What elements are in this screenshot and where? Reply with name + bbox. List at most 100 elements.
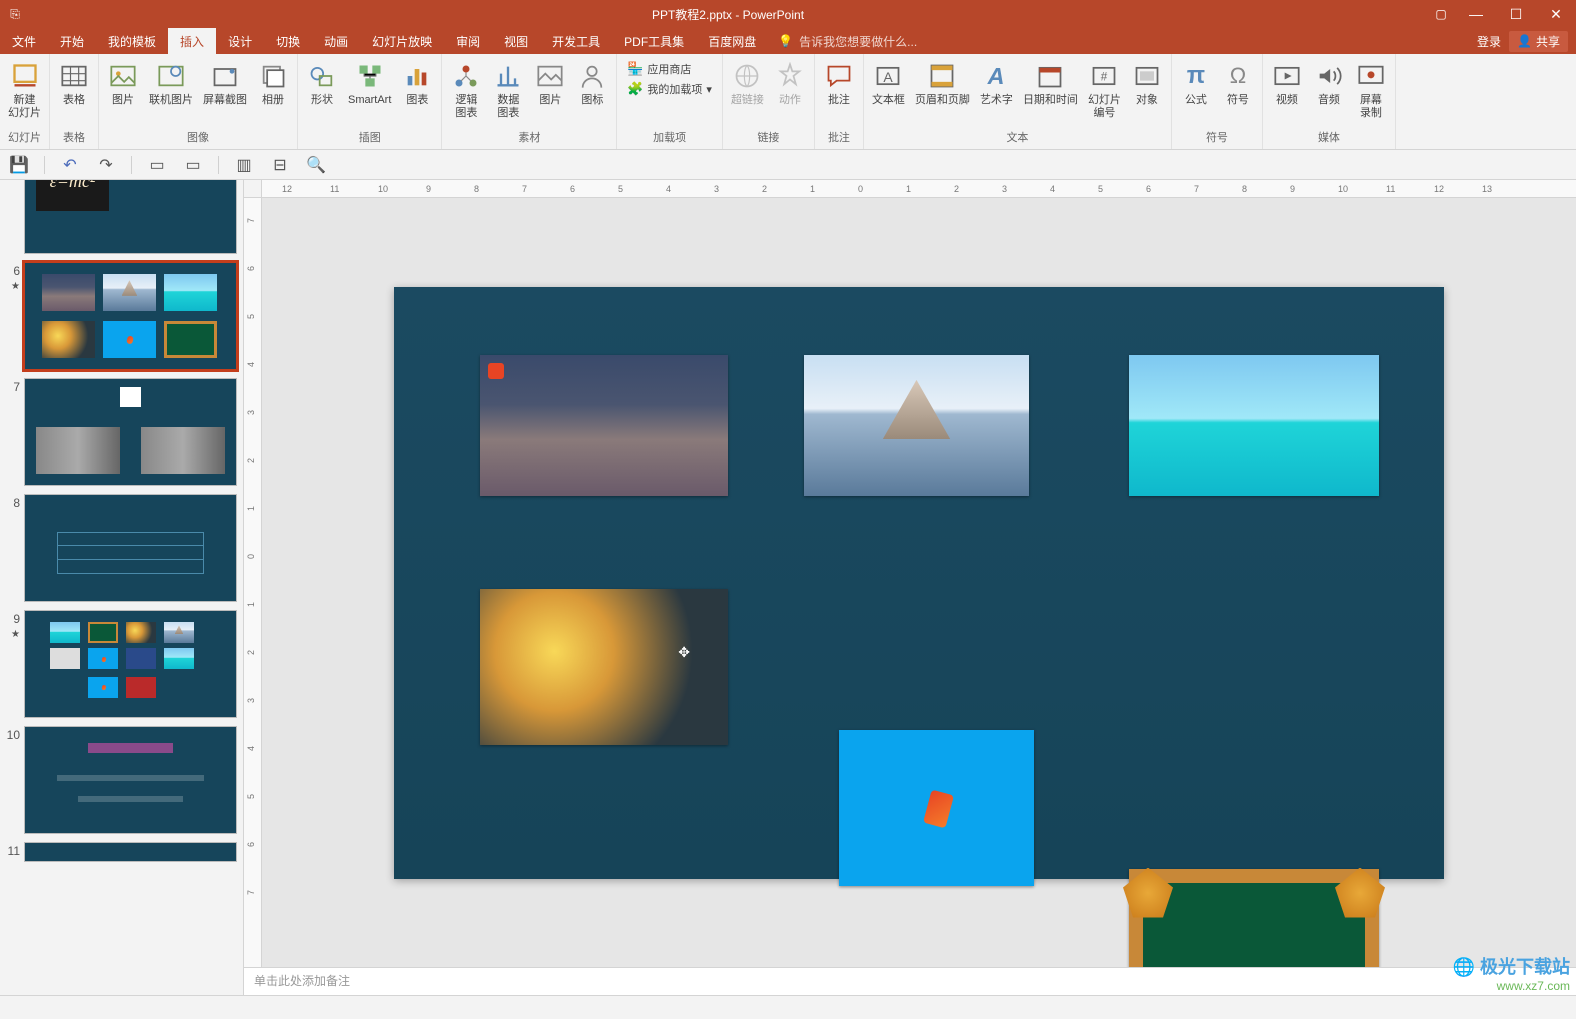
slide-image-leaf[interactable]: ✥: [480, 589, 728, 745]
tab-mytemplates[interactable]: 我的模板: [96, 28, 168, 54]
tab-view[interactable]: 视图: [492, 28, 540, 54]
shapes-button[interactable]: 形状: [302, 58, 342, 109]
minimize-button[interactable]: —: [1456, 0, 1496, 28]
close-button[interactable]: ✕: [1536, 0, 1576, 28]
new-slide-icon: [9, 60, 41, 92]
tab-pdf[interactable]: PDF工具集: [612, 28, 696, 54]
slide-thumb-8[interactable]: [24, 494, 237, 602]
smartart-button[interactable]: SmartArt: [344, 58, 395, 109]
slide-thumbnail-panel[interactable]: ε=mc² 6★ 7 8: [0, 180, 244, 995]
chart-button[interactable]: 图表: [397, 58, 437, 109]
slide-number-button[interactable]: # 幻灯片 编号: [1084, 58, 1125, 122]
slide-image-office-logo[interactable]: [839, 730, 1034, 886]
hyperlink-icon: [731, 60, 763, 92]
slide-image-city[interactable]: [480, 355, 728, 496]
tell-me-icon[interactable]: 💡: [778, 34, 793, 48]
qat-btn-2[interactable]: ▭: [182, 154, 204, 176]
video-button[interactable]: 视频: [1267, 58, 1307, 109]
tab-baidu[interactable]: 百度网盘: [696, 28, 768, 54]
picture2-icon: [534, 60, 566, 92]
slide-thumb-11[interactable]: [24, 842, 237, 862]
table-icon: [58, 60, 90, 92]
tab-review[interactable]: 审阅: [444, 28, 492, 54]
qat-btn-4[interactable]: ⊟: [269, 154, 291, 176]
slide-canvas-wrapper[interactable]: ✥: [262, 198, 1576, 967]
my-addins-button[interactable]: 🧩 我的加载项 ▾: [623, 80, 716, 98]
object-button[interactable]: 对象: [1127, 58, 1167, 109]
login-link[interactable]: 登录: [1477, 33, 1501, 50]
qat-btn-5[interactable]: 🔍: [305, 154, 327, 176]
slide-thumb-6[interactable]: [24, 262, 237, 370]
slide-number-9: 9: [13, 612, 20, 626]
symbol-button[interactable]: Ω 符号: [1218, 58, 1258, 109]
vertical-ruler[interactable]: 765432101234567: [244, 198, 262, 967]
slide-canvas[interactable]: ✥: [394, 287, 1444, 879]
redo-button[interactable]: ↷: [95, 154, 117, 176]
shapes-icon: [306, 60, 338, 92]
save-button[interactable]: 💾: [8, 154, 30, 176]
group-links-label: 链接: [727, 129, 810, 147]
screen-recording-button[interactable]: 屏幕 录制: [1351, 58, 1391, 122]
slide-image-mountain[interactable]: [804, 355, 1029, 496]
tab-insert[interactable]: 插入: [168, 28, 216, 54]
audio-button[interactable]: 音频: [1309, 58, 1349, 109]
ribbon-options-icon[interactable]: ▢: [1426, 7, 1456, 21]
hyperlink-button[interactable]: 超链接: [727, 58, 768, 109]
store-button[interactable]: 🏪 应用商店: [623, 60, 716, 78]
tell-me-input[interactable]: 告诉我您想要做什么...: [799, 33, 917, 50]
quick-access-toolbar: 💾 ↶ ↷ ▭ ▭ ▥ ⊟ 🔍: [0, 150, 1576, 180]
comment-button[interactable]: 批注: [819, 58, 859, 109]
slide-image-beach[interactable]: [1129, 355, 1379, 496]
tab-transitions[interactable]: 切换: [264, 28, 312, 54]
tab-slideshow[interactable]: 幻灯片放映: [360, 28, 444, 54]
slide-thumb-7[interactable]: [24, 378, 237, 486]
svg-text:#: #: [1101, 71, 1108, 84]
table-button[interactable]: 表格: [54, 58, 94, 109]
ribbon-display-options-icon[interactable]: ⎘: [0, 7, 30, 22]
maximize-button[interactable]: ☐: [1496, 0, 1536, 28]
qat-btn-1[interactable]: ▭: [146, 154, 168, 176]
slide-thumb-5[interactable]: ε=mc²: [24, 180, 237, 254]
slide-number-11: 11: [6, 842, 24, 862]
leaf-decor-icon: [1123, 868, 1173, 918]
tab-animations[interactable]: 动画: [312, 28, 360, 54]
wordart-icon: A: [980, 60, 1012, 92]
header-footer-button[interactable]: 页眉和页脚: [911, 58, 974, 109]
tab-home[interactable]: 开始: [48, 28, 96, 54]
textbox-button[interactable]: A 文本框: [868, 58, 909, 109]
horizontal-ruler[interactable]: 121110987654321012345678910111213: [262, 180, 1576, 198]
data-chart-button[interactable]: 数据 图表: [488, 58, 528, 122]
pictures-button[interactable]: 图片: [103, 58, 143, 109]
svg-text:A: A: [987, 63, 1005, 89]
picture2-button[interactable]: 图片: [530, 58, 570, 109]
tab-file[interactable]: 文件: [0, 28, 48, 54]
window-title: PPT教程2.pptx - PowerPoint: [30, 6, 1426, 23]
comment-icon: [823, 60, 855, 92]
equation-button[interactable]: π 公式: [1176, 58, 1216, 109]
tab-design[interactable]: 设计: [216, 28, 264, 54]
group-images-label: 图像: [103, 129, 293, 147]
share-button[interactable]: 👤 共享: [1509, 31, 1568, 52]
datetime-button[interactable]: 日期和时间: [1019, 58, 1082, 109]
icon-button[interactable]: 图标: [572, 58, 612, 109]
svg-text:A: A: [884, 69, 894, 85]
move-cursor-icon: ✥: [678, 644, 690, 661]
action-button[interactable]: 动作: [770, 58, 810, 109]
office-badge-icon: [488, 363, 504, 379]
tab-developer[interactable]: 开发工具: [540, 28, 612, 54]
slide-thumb-9[interactable]: [24, 610, 237, 718]
photo-album-button[interactable]: 相册: [253, 58, 293, 109]
qat-btn-3[interactable]: ▥: [233, 154, 255, 176]
slide-thumb-10[interactable]: [24, 726, 237, 834]
new-slide-button[interactable]: 新建 幻灯片: [4, 58, 45, 122]
wordart-button[interactable]: A 艺术字: [976, 58, 1017, 109]
logic-chart-button[interactable]: 逻辑 图表: [446, 58, 486, 122]
screenshot-button[interactable]: 屏幕截图: [199, 58, 251, 109]
undo-button[interactable]: ↶: [59, 154, 81, 176]
online-pictures-button[interactable]: 联机图片: [145, 58, 197, 109]
title-bar: ⎘ PPT教程2.pptx - PowerPoint ▢ — ☐ ✕: [0, 0, 1576, 28]
screen-recording-icon: [1355, 60, 1387, 92]
notes-pane[interactable]: 单击此处添加备注: [244, 967, 1576, 995]
slide-image-chalkboard[interactable]: [1129, 869, 1379, 968]
group-symbols-label: 符号: [1176, 129, 1258, 147]
